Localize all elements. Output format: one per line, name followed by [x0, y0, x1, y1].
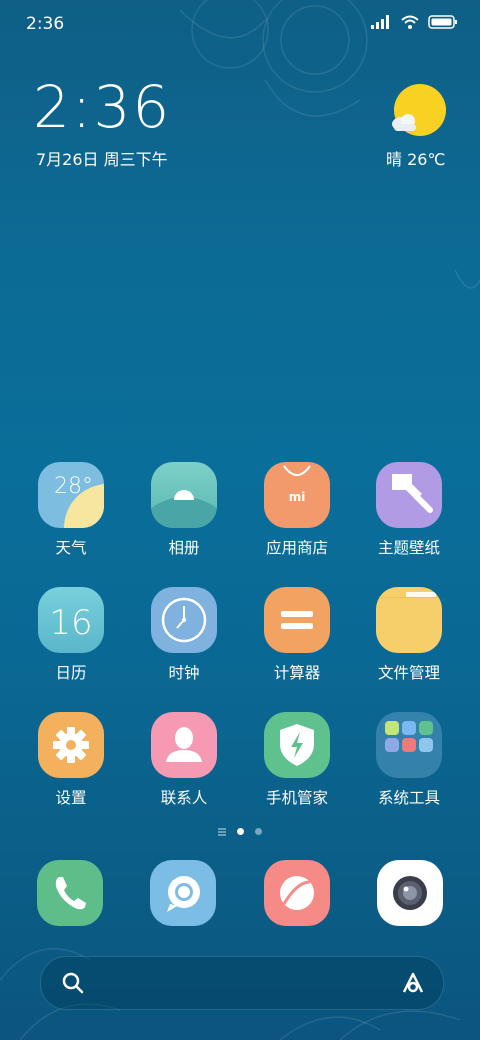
app-label: 系统工具 — [377, 789, 440, 807]
app-clock[interactable]: 时钟 — [134, 587, 234, 683]
browser-app-icon[interactable] — [264, 860, 330, 926]
app-weather[interactable]: 28° 天气 — [21, 462, 121, 558]
app-label: 日历 — [55, 664, 87, 682]
gallery-app-icon — [151, 462, 217, 528]
search-icon[interactable] — [61, 971, 85, 995]
app-label: 主题壁纸 — [377, 539, 440, 557]
phone-app-icon[interactable] — [37, 860, 103, 926]
calendar-app-icon: 16 — [38, 587, 104, 653]
app-themes[interactable]: 主题壁纸 — [359, 462, 459, 558]
page-dot[interactable] — [255, 828, 262, 835]
app-label: 文件管理 — [377, 664, 440, 682]
app-files[interactable]: 文件管理 — [359, 587, 459, 683]
battery-icon — [428, 15, 457, 29]
calendar-app-badge: 16 — [49, 603, 92, 643]
status-bar: 2:36 — [0, 0, 480, 50]
camera-app-icon[interactable] — [377, 860, 443, 926]
app-calendar[interactable]: 16 日历 — [21, 587, 121, 683]
page-indicator — [0, 828, 480, 835]
themes-app-icon — [376, 462, 442, 528]
security-app-icon — [264, 712, 330, 778]
search-bar[interactable] — [40, 956, 444, 1010]
app-label: 计算器 — [273, 664, 321, 682]
app-label: 联系人 — [160, 789, 208, 807]
app-label: 应用商店 — [265, 539, 328, 557]
svg-text:mi: mi — [289, 490, 306, 504]
status-time: 2:36 — [26, 14, 65, 34]
app-label: 时钟 — [168, 664, 200, 682]
page-list-icon[interactable] — [218, 830, 226, 833]
app-label: 相册 — [168, 539, 200, 557]
weather-app-badge: 28° — [54, 474, 93, 499]
widget-clock-date: 7月26日 周三下午 — [36, 150, 168, 169]
app-store[interactable]: mi 应用商店 — [247, 462, 347, 558]
wifi-icon — [401, 15, 419, 29]
widget-clock-time[interactable]: 2:36 — [33, 78, 171, 136]
files-app-icon — [376, 587, 442, 653]
app-folder-tools[interactable]: 系统工具 — [359, 712, 459, 808]
contacts-app-icon — [151, 712, 217, 778]
app-security[interactable]: 手机管家 — [247, 712, 347, 808]
weather-app-icon: 28° — [38, 462, 104, 528]
app-contacts[interactable]: 联系人 — [134, 712, 234, 808]
folder-icon — [376, 712, 442, 778]
messages-app-icon[interactable] — [150, 860, 216, 926]
signal-icon — [371, 15, 389, 29]
assistant-icon[interactable] — [399, 970, 427, 996]
sun-cloud-icon[interactable] — [390, 84, 446, 140]
app-label: 设置 — [55, 789, 87, 807]
app-settings[interactable]: 设置 — [21, 712, 121, 808]
page-dot-active[interactable] — [237, 828, 244, 835]
clock-app-icon — [151, 587, 217, 653]
widget-weather-text: 晴 26℃ — [386, 150, 446, 169]
settings-app-icon — [38, 712, 104, 778]
app-gallery[interactable]: 相册 — [134, 462, 234, 558]
app-calculator[interactable]: 计算器 — [247, 587, 347, 683]
app-label: 手机管家 — [265, 789, 328, 807]
calculator-app-icon — [264, 587, 330, 653]
app-label: 天气 — [55, 539, 87, 557]
app-store-icon: mi — [264, 462, 330, 528]
